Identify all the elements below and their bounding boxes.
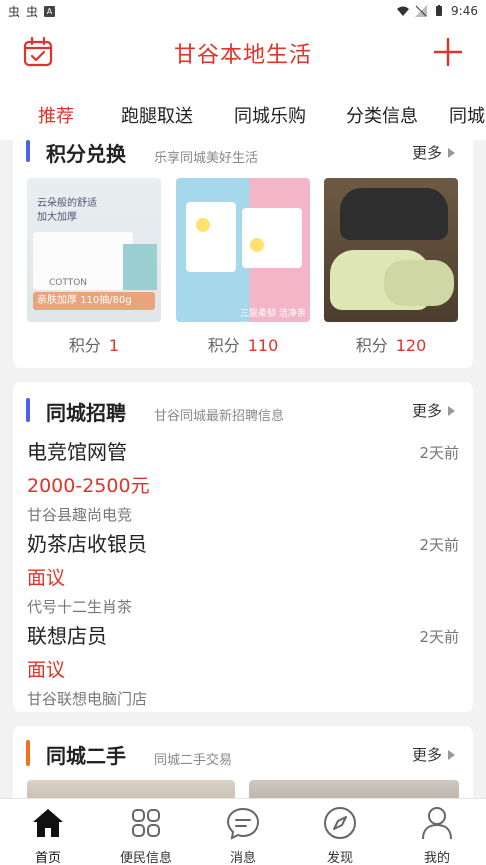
job-time: 2天前 [419,536,459,554]
arrow-right-icon [448,749,455,760]
points-price: 积分 110 [176,332,310,356]
more-label: 更多 [411,402,442,420]
job-title: 联想店员 [27,624,107,648]
nav-label: 消息 [229,851,256,865]
job-company: 甘谷联想电脑门店 [27,690,148,708]
add-icon[interactable] [432,36,464,68]
notification-glyph: 虫 [26,4,39,19]
nav-discover[interactable]: 发现 [300,805,380,865]
app-header: 甘谷本地生活 [0,22,486,84]
job-time: 2天前 [419,628,459,646]
grid-icon [132,809,160,837]
nav-label: 首页 [34,851,61,865]
section-title: 同城二手 [46,744,126,768]
points-price: 积分 1 [27,332,161,356]
app-title: 甘谷本地生活 [173,43,312,68]
status-time: 9:46 [451,4,478,18]
home-icon [33,809,63,837]
product-image: 三层柔韧 洁净亲肤 [176,178,310,322]
tab-shopping[interactable]: 同城乐购 [234,102,306,128]
notification-glyph: 虫 [8,4,21,19]
section-bar [26,398,30,422]
product-image: 云朵般的舒适 加大加厚 COTTON 亲肤加厚 110抽/80g [27,178,161,322]
nav-home[interactable]: 首页 [8,805,88,865]
tab-errand[interactable]: 跑腿取送 [121,102,193,128]
section-title: 同城招聘 [46,401,126,425]
points-product[interactable]: 积分 120 [324,178,458,355]
battery-icon [436,5,443,16]
secondhand-card: 同城二手 同城二手交易 更多 [13,726,473,806]
points-label: 积分 [68,336,101,355]
points-product[interactable]: 三层柔韧 洁净亲肤 积分 110 [176,178,310,355]
secondhand-image[interactable] [249,780,459,800]
more-link[interactable]: 更多 [412,744,455,765]
nav-label: 便民信息 [119,851,172,865]
tab-local[interactable]: 同城 [449,102,485,128]
job-salary: 面议 [27,659,66,681]
section-bar [26,740,30,766]
points-card: 积分兑换 乐享同城美好生活 更多 云朵般的舒适 加大加厚 COTTON 亲肤加厚… [13,130,473,368]
nav-label: 发现 [326,851,353,865]
message-icon [226,807,260,840]
nav-profile[interactable]: 我的 [397,805,477,865]
job-title: 电竞馆网管 [27,440,127,464]
job-salary: 面议 [27,567,66,589]
points-label: 积分 [355,336,388,355]
section-bar [26,140,30,162]
section-subtitle: 同城二手交易 [154,753,233,768]
wifi-icon [397,6,410,16]
points-value: 1 [108,336,120,355]
secondhand-image[interactable] [27,780,235,800]
status-bar: 虫 虫 A 9:46 [0,0,486,22]
more-link[interactable]: 更多 [412,400,455,421]
more-label: 更多 [411,746,442,764]
points-price: 积分 120 [324,332,458,356]
job-company: 甘谷县趣尚电竞 [27,506,133,524]
nav-messages[interactable]: 消息 [203,805,283,865]
arrow-right-icon [448,405,455,416]
calendar-icon[interactable] [22,36,54,68]
arrow-right-icon [448,147,455,158]
tab-classified[interactable]: 分类信息 [346,102,418,128]
compass-icon [324,807,356,839]
jobs-card: 同城招聘 甘谷同城最新招聘信息 更多 电竞馆网管 2天前 2000-2500元 … [13,382,473,712]
user-icon [422,807,452,840]
bottom-nav: 首页 便民信息 消息 发现 我的 [0,798,486,865]
job-item[interactable]: 奶茶店收银员 2天前 面议 代号十二生肖茶 [27,528,459,617]
more-link[interactable]: 更多 [412,142,455,163]
nav-services[interactable]: 便民信息 [106,805,186,865]
points-value: 120 [395,336,427,355]
job-title: 奶茶店收银员 [27,532,147,556]
section-title: 积分兑换 [46,142,126,166]
signal-icon [415,5,428,17]
points-product[interactable]: 云朵般的舒适 加大加厚 COTTON 亲肤加厚 110抽/80g 积分 1 [27,178,161,355]
product-image [324,178,458,322]
tab-recommend[interactable]: 推荐 [38,102,74,128]
job-company: 代号十二生肖茶 [27,598,133,616]
points-value: 110 [247,336,279,355]
job-item[interactable]: 电竞馆网管 2天前 2000-2500元 甘谷县趣尚电竞 [27,436,459,525]
job-time: 2天前 [419,444,459,462]
nav-label: 我的 [423,851,450,865]
points-label: 积分 [207,336,240,355]
section-subtitle: 乐享同城美好生活 [154,151,259,166]
section-subtitle: 甘谷同城最新招聘信息 [154,409,285,424]
job-salary: 2000-2500元 [27,475,150,497]
more-label: 更多 [411,144,442,162]
job-item[interactable]: 联想店员 2天前 面议 甘谷联想电脑门店 [27,620,459,709]
notification-a-icon: A [44,5,56,17]
